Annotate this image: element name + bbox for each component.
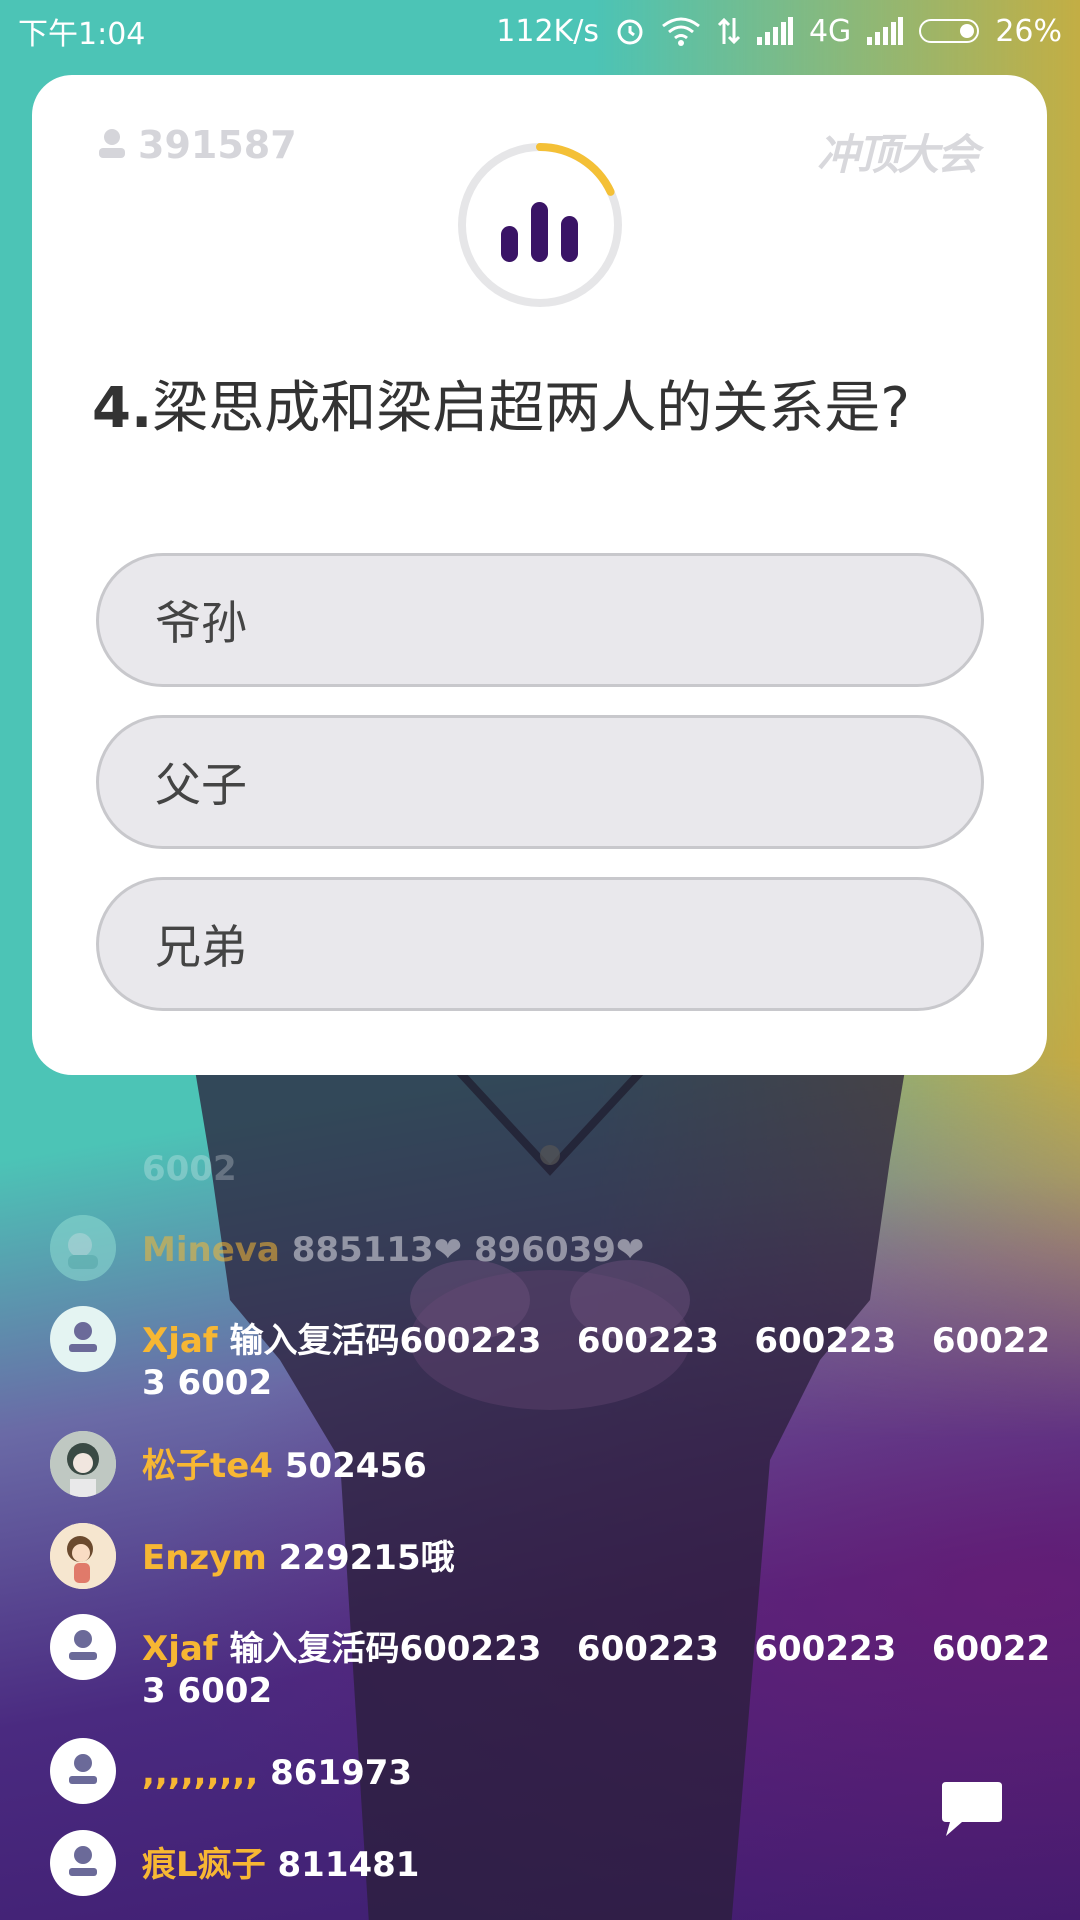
comment-text: 6002	[142, 1149, 237, 1189]
avatar	[50, 1306, 116, 1372]
chat-bubble-icon[interactable]	[940, 1780, 1004, 1838]
avatar	[50, 1614, 116, 1680]
data-transfer-icon	[717, 16, 741, 46]
comment-username: ,,,,,,,,,	[142, 1753, 259, 1793]
avatar	[50, 1830, 116, 1896]
avatar	[50, 1215, 116, 1281]
comment-text: ,,,,,,,,, 861973	[142, 1752, 1072, 1794]
comment-message: 885113❤ 896039❤	[291, 1230, 645, 1270]
battery-level: 26%	[995, 13, 1062, 49]
question-number: 4.	[92, 376, 153, 441]
brand-logo: 冲顶大会	[816, 130, 979, 179]
comment-username: Xjaf	[142, 1629, 218, 1669]
network-type: 4G	[808, 13, 852, 49]
bar-chart-icon	[501, 202, 578, 262]
comment-text: Xjaf 输入复活码600223 600223 600223 600223 60…	[142, 1320, 1072, 1404]
comment-text: Mineva 885113❤ 896039❤	[142, 1229, 1072, 1271]
avatar	[50, 1523, 116, 1589]
battery-icon	[919, 19, 980, 43]
app-screen: 下午1:04 112K/s 4G 26% 391587 冲顶大会 4.梁思成和梁…	[0, 0, 1080, 1920]
avatar	[50, 1431, 116, 1497]
user-icon	[98, 123, 126, 167]
wifi-icon	[661, 16, 701, 46]
signal-2-icon	[867, 17, 904, 45]
answer-option-1[interactable]: 爷孙	[96, 553, 984, 687]
comment-message: 229215哦	[278, 1538, 455, 1578]
comment-text: 痕L疯子 811481	[142, 1844, 1072, 1886]
signal-icon	[756, 17, 793, 45]
alarm-icon	[615, 16, 645, 46]
viewer-count-value: 391587	[138, 123, 297, 167]
comment-message: 输入复活码600223 600223 600223 600223 6002	[142, 1321, 1051, 1403]
viewer-count: 391587	[98, 123, 297, 167]
answer-option-2[interactable]: 父子	[96, 715, 984, 849]
status-icons: 112K/s 4G 26%	[496, 14, 1062, 49]
status-bar: 下午1:04 112K/s 4G 26%	[0, 0, 1080, 62]
comment-username: Mineva	[142, 1230, 280, 1270]
question-body: 梁思成和梁启超两人的关系是?	[152, 376, 910, 441]
comment-message: 输入复活码600223 600223 600223 600223 6002	[142, 1629, 1051, 1711]
comment-message: 861973	[270, 1753, 413, 1793]
comment-username: Xjaf	[142, 1321, 218, 1361]
comment-username: 松子te4	[142, 1446, 273, 1486]
status-time: 下午1:04	[18, 17, 146, 52]
comment-username: Enzym	[142, 1538, 267, 1578]
comment-message: 811481	[277, 1845, 420, 1885]
countdown-timer	[458, 143, 622, 307]
question-card: 391587 冲顶大会 4.梁思成和梁启超两人的关系是? 爷孙 父子 兄弟	[32, 75, 1047, 1075]
answer-option-3[interactable]: 兄弟	[96, 877, 984, 1011]
comment-text: 松子te4 502456	[142, 1445, 1072, 1487]
comment-text: Enzym 229215哦	[142, 1537, 1072, 1579]
net-speed: 112K/s	[496, 13, 599, 49]
avatar	[50, 1738, 116, 1804]
comment-message: 502456	[284, 1446, 427, 1486]
comment-username: 痕L疯子	[142, 1845, 266, 1885]
comment-text: Xjaf 输入复活码600223 600223 600223 600223 60…	[142, 1628, 1072, 1712]
question-text: 4.梁思成和梁启超两人的关系是?	[92, 375, 992, 442]
